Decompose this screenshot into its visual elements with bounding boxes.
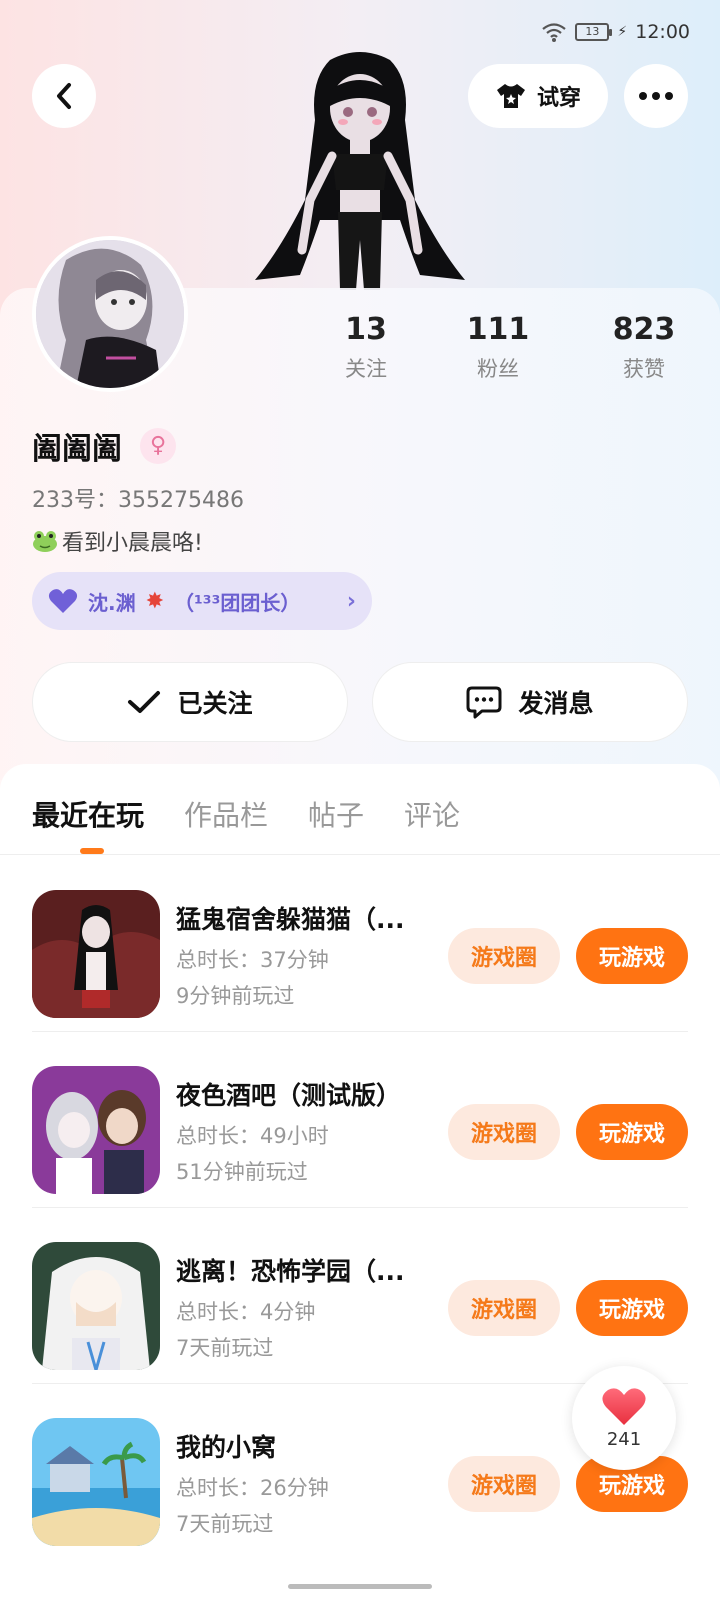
game-title: 逃离！恐怖学园（...	[176, 1257, 405, 1286]
game-title: 猛鬼宿舍躲猫猫（...	[176, 905, 405, 934]
relation-title: （¹³³团团长）	[174, 590, 301, 615]
stat-likes-value: 823	[612, 312, 676, 347]
like-count: 241	[606, 1428, 642, 1450]
stat-followers-value: 111	[466, 312, 530, 347]
try-on-button[interactable]: 试穿	[468, 64, 608, 128]
status-bar: 13 ⚡ 12:00	[541, 14, 690, 50]
anger-emoji-icon: ✸	[145, 588, 165, 614]
game-row[interactable]: 猛鬼宿舍躲猫猫（... 总时长：37分钟 9分钟前玩过 游戏圈 玩游戏	[32, 856, 688, 1032]
frog-emoji-icon	[33, 531, 57, 552]
stat-following-label: 关注	[345, 357, 387, 381]
play-game-button[interactable]: 玩游戏	[576, 928, 688, 984]
game-thumbnail[interactable]	[32, 1066, 160, 1194]
avatar-image	[36, 240, 184, 388]
chevron-right-icon: ›	[346, 588, 356, 614]
stat-followers-label: 粉丝	[477, 357, 519, 381]
avatar[interactable]	[32, 236, 188, 392]
more-icon	[639, 92, 673, 100]
game-thumbnail[interactable]	[32, 1242, 160, 1370]
game-thumbnail[interactable]	[32, 1418, 160, 1546]
stat-likes[interactable]: 823 获赞	[584, 312, 704, 383]
heart-icon	[48, 589, 78, 613]
try-on-label: 试穿	[536, 86, 581, 111]
message-button[interactable]: 发消息	[372, 662, 688, 742]
battery-icon: 13	[575, 23, 613, 41]
game-thumbnail[interactable]	[32, 890, 160, 1018]
username: 阖阖阖	[32, 432, 122, 467]
relation-badge[interactable]: 沈.渊 ✸ （¹³³团团长） ›	[32, 572, 372, 630]
play-game-button[interactable]: 玩游戏	[576, 1104, 688, 1160]
game-duration: 总时长：4分钟	[176, 1300, 316, 1324]
like-button[interactable]: 241	[572, 1366, 676, 1470]
user-id: 233号：355275486	[32, 488, 244, 513]
tab-comments[interactable]: 评论	[404, 794, 460, 834]
stat-followers[interactable]: 111 粉丝	[438, 312, 558, 383]
follow-label: 已关注	[177, 689, 253, 718]
game-circle-button[interactable]: 游戏圈	[448, 1456, 560, 1512]
more-button[interactable]	[624, 64, 688, 128]
game-circle-button[interactable]: 游戏圈	[448, 1280, 560, 1336]
wifi-icon	[542, 23, 567, 42]
game-row[interactable]: 夜色酒吧（测试版） 总时长：49小时 51分钟前玩过 游戏圈 玩游戏	[32, 1032, 688, 1208]
game-circle-button[interactable]: 游戏圈	[448, 1104, 560, 1160]
game-last-played: 51分钟前玩过	[176, 1160, 308, 1184]
game-circle-button[interactable]: 游戏圈	[448, 928, 560, 984]
home-indicator[interactable]	[288, 1584, 432, 1589]
bio: 看到小晨晨咯!	[32, 525, 203, 557]
game-last-played: 9分钟前玩过	[176, 984, 295, 1008]
game-row[interactable]: 逃离！恐怖学园（... 总时长：4分钟 7天前玩过 游戏圈 玩游戏	[32, 1208, 688, 1384]
heart-icon	[602, 1387, 646, 1425]
profile-tabs: 最近在玩 作品栏 帖子 评论	[32, 794, 460, 834]
game-title: 夜色酒吧（测试版）	[176, 1081, 402, 1110]
game-title: 我的小窝	[176, 1433, 277, 1462]
shirt-icon	[496, 84, 525, 108]
check-icon	[128, 691, 161, 713]
tab-recent-play[interactable]: 最近在玩	[32, 794, 144, 834]
chat-icon	[466, 686, 502, 719]
avatar-3d-figure[interactable]	[240, 50, 480, 290]
stat-following-value: 13	[345, 312, 387, 347]
tab-posts[interactable]: 帖子	[308, 794, 364, 834]
game-last-played: 7天前玩过	[176, 1336, 274, 1360]
charging-icon: ⚡	[617, 24, 628, 40]
relation-name: 沈.渊	[88, 590, 136, 615]
game-duration: 总时长：49小时	[176, 1124, 329, 1148]
bio-text: 看到小晨晨咯!	[62, 531, 203, 556]
tab-works[interactable]: 作品栏	[184, 794, 268, 834]
back-button[interactable]	[32, 64, 96, 128]
game-duration: 总时长：37分钟	[176, 948, 329, 972]
game-duration: 总时长：26分钟	[176, 1476, 329, 1500]
back-icon	[57, 83, 71, 109]
play-game-button[interactable]: 玩游戏	[576, 1280, 688, 1336]
stat-likes-label: 获赞	[623, 357, 665, 381]
status-time: 12:00	[635, 21, 690, 43]
stat-following[interactable]: 13 关注	[306, 312, 426, 383]
message-label: 发消息	[518, 689, 594, 718]
game-last-played: 7天前玩过	[176, 1512, 274, 1536]
follow-button[interactable]: 已关注	[32, 662, 348, 742]
tab-divider	[0, 854, 720, 855]
gender-female-icon: ♀	[140, 428, 176, 464]
